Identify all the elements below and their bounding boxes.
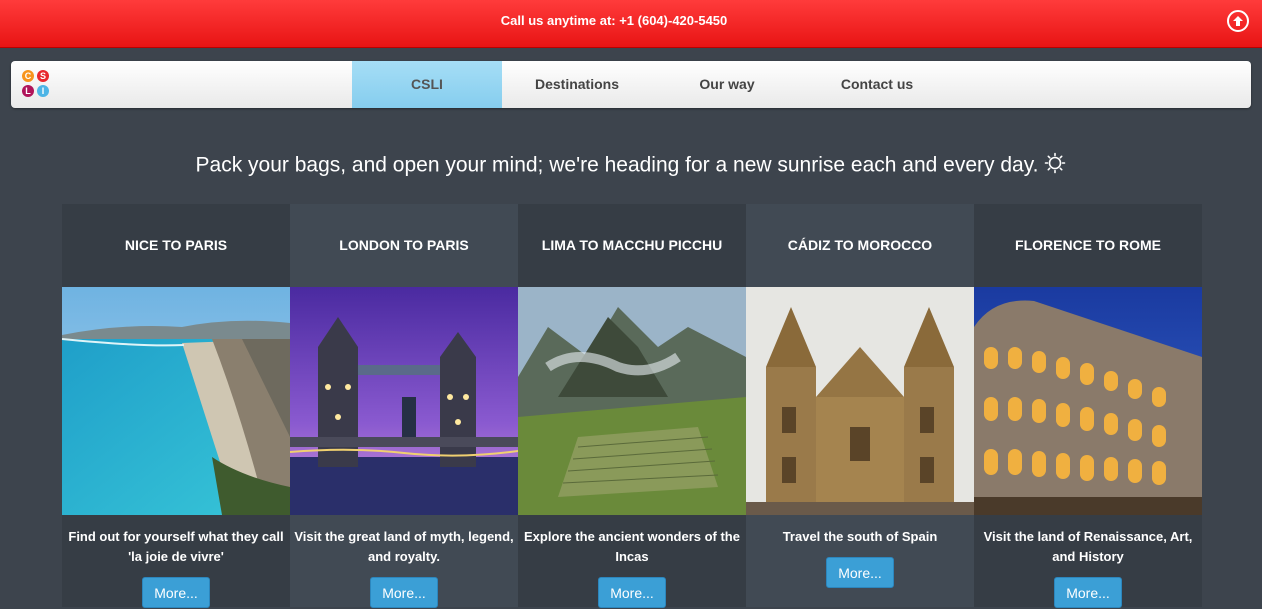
top-bar: Call us anytime at: +1 (604)-420-5450	[0, 0, 1262, 48]
tour-card: NICE TO PARIS Find out for yourself what…	[62, 204, 290, 608]
tab-destinations[interactable]: Destinations	[502, 61, 652, 108]
logo[interactable]: C S L I	[22, 70, 50, 98]
tour-title: FLORENCE TO ROME	[1015, 237, 1161, 253]
tour-title: CÁDIZ TO MOROCCO	[787, 237, 933, 253]
tour-description: Travel the south of Spain	[782, 529, 938, 544]
logo-letter-i: I	[37, 85, 49, 97]
logo-letter-c: C	[22, 70, 34, 82]
phone-text: Call us anytime at: +1 (604)-420-5450	[500, 13, 728, 28]
more-button[interactable]: More...	[370, 577, 438, 608]
tour-description: Visit the great land of myth, legend, an…	[294, 529, 514, 564]
tour-title: NICE TO PARIS	[124, 237, 228, 253]
main-nav: C S L I CSLI Destinations Our way Contac…	[11, 61, 1251, 108]
tour-description: Visit the land of Renaissance, Art, and …	[983, 529, 1193, 564]
tour-card: LIMA TO MACCHU PICCHU Explore the ancien…	[518, 204, 746, 608]
more-button[interactable]: More...	[598, 577, 666, 608]
logo-letter-l: L	[22, 85, 34, 97]
arrow-up-circle-icon[interactable]	[1227, 10, 1249, 32]
tour-title: LIMA TO MACCHU PICCHU	[541, 237, 723, 253]
tab-our-way[interactable]: Our way	[652, 61, 802, 108]
tour-description: Explore the ancient wonders of the Incas	[524, 529, 740, 564]
sun-icon	[1044, 152, 1066, 180]
tour-card: FLORENCE TO ROME Visit the land of Renai…	[974, 204, 1202, 608]
tab-csli[interactable]: CSLI	[352, 61, 502, 108]
more-button[interactable]: More...	[826, 557, 894, 588]
logo-letter-s: S	[37, 70, 49, 82]
tour-title: LONDON TO PARIS	[339, 237, 469, 253]
more-button[interactable]: More...	[1054, 577, 1122, 608]
tour-description: Find out for yourself what they call 'la…	[68, 529, 284, 564]
tour-image-colosseum	[974, 287, 1202, 515]
tour-image-nice-beach	[62, 287, 290, 515]
tagline-text: Pack your bags, and open your mind; we'r…	[195, 153, 1039, 177]
more-button[interactable]: More...	[142, 577, 210, 608]
tab-contact-us[interactable]: Contact us	[802, 61, 952, 108]
tagline: Pack your bags, and open your mind; we'r…	[0, 152, 1262, 180]
tour-card: LONDON TO PARIS Visit the great land of …	[290, 204, 518, 608]
tour-image-tower-bridge	[290, 287, 518, 515]
tour-image-machu-picchu	[518, 287, 746, 515]
tour-card: CÁDIZ TO MOROCCO Travel the south of Spa…	[746, 204, 974, 607]
tour-image-cathedral	[746, 287, 974, 515]
